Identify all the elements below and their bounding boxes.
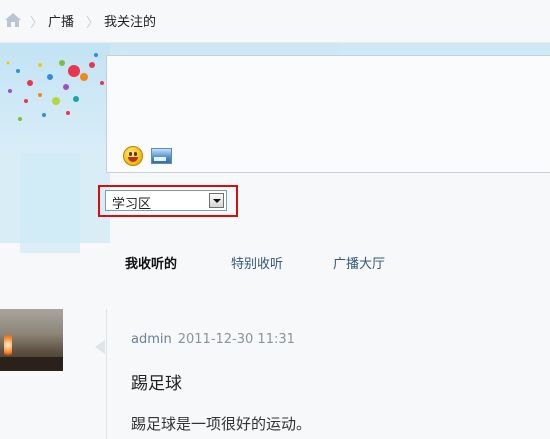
post-title[interactable]: 踢足球 (131, 369, 182, 394)
emoji-icon[interactable] (123, 146, 143, 166)
tab-special-following[interactable]: 特别收听 (231, 253, 283, 272)
post-author[interactable]: admin (131, 332, 172, 347)
feed-divider (106, 309, 107, 439)
category-select-value: 学习区 (112, 197, 152, 212)
breadcrumb-item-following: 我关注的 (104, 15, 157, 30)
post-composer-textarea[interactable] (106, 55, 550, 173)
avatar[interactable] (0, 309, 63, 371)
post-timestamp: 2011-12-30 11:31 (177, 332, 295, 347)
breadcrumb-separator: 〉 (86, 16, 100, 31)
breadcrumb-separator: 〉 (30, 16, 44, 31)
post-meta: admin 2011-12-30 11:31 (131, 332, 295, 347)
category-select[interactable]: 学习区 (105, 190, 227, 212)
chevron-down-icon[interactable] (209, 193, 224, 208)
breadcrumb-item-broadcast[interactable]: 广播 (48, 11, 74, 30)
image-icon[interactable] (151, 148, 172, 164)
tab-broadcast-hall[interactable]: 广播大厅 (333, 253, 385, 272)
tab-following[interactable]: 我收听的 (125, 253, 177, 272)
post-body: 踢足球是一项很好的运动。 (131, 415, 312, 433)
home-icon[interactable] (4, 12, 22, 28)
feed-pointer (95, 340, 105, 354)
breadcrumb: 〉 广播 〉 我关注的 (0, 0, 550, 43)
